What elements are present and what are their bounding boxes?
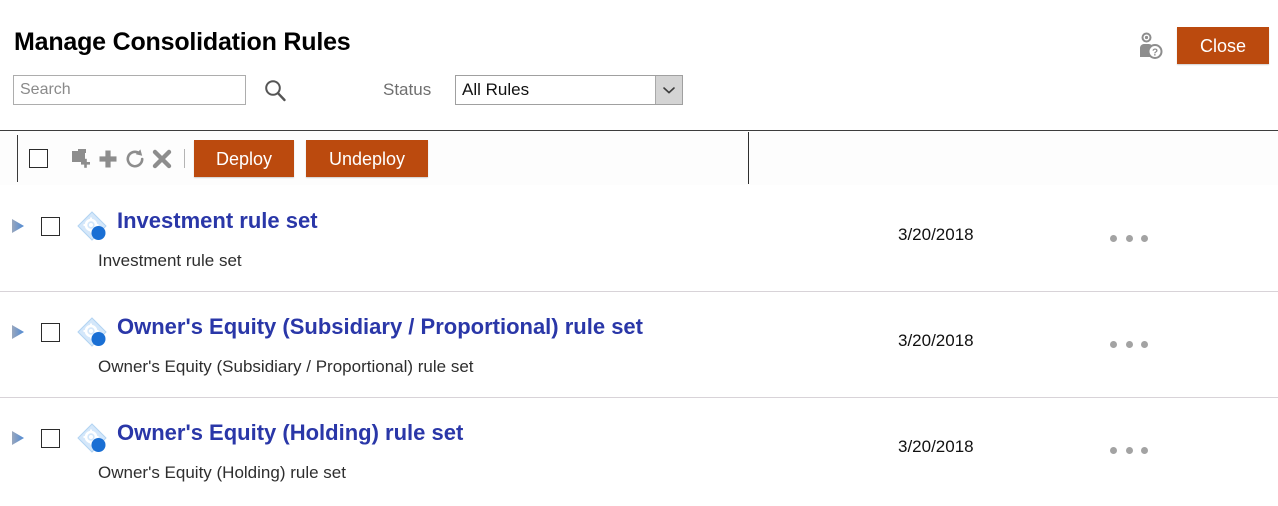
row-checkbox[interactable] xyxy=(41,429,60,448)
toolbar-column-divider xyxy=(748,132,749,184)
rule-description: Investment rule set xyxy=(98,251,242,270)
rule-date: 3/20/2018 xyxy=(898,331,974,350)
row-checkbox[interactable] xyxy=(41,323,60,342)
menu-dot xyxy=(1125,340,1133,348)
page-title: Manage Consolidation Rules xyxy=(14,28,351,56)
rule-title-link[interactable]: Owner's Equity (Holding) rule set xyxy=(117,420,463,446)
menu-dot xyxy=(1141,234,1148,242)
search-icon[interactable] xyxy=(262,77,289,104)
row-overflow-menu-icon[interactable] xyxy=(1110,336,1148,352)
rule-date: 3/20/2018 xyxy=(898,437,974,456)
expand-triangle-icon[interactable] xyxy=(9,429,27,447)
page-header: Manage Consolidation Rules ? Close Searc… xyxy=(0,0,1278,120)
status-label: Status xyxy=(383,80,432,99)
rule-set-icon xyxy=(76,316,110,350)
table-row[interactable]: Owner's Equity (Subsidiary / Proportiona… xyxy=(0,292,1278,398)
search-input[interactable] xyxy=(13,75,246,105)
rule-set-icon xyxy=(76,422,110,456)
row-overflow-menu-icon[interactable] xyxy=(1110,442,1148,458)
status-select-value: All Rules xyxy=(462,80,530,99)
close-button[interactable]: Close xyxy=(1177,27,1269,64)
table-row[interactable]: Investment rule set Investment rule set … xyxy=(0,186,1278,292)
copy-add-icon[interactable] xyxy=(69,147,93,171)
menu-dot xyxy=(1141,340,1148,348)
toolbar-icon-group xyxy=(69,147,194,171)
menu-dot xyxy=(1141,446,1148,454)
rule-title-link[interactable]: Owner's Equity (Subsidiary / Proportiona… xyxy=(117,314,643,340)
row-checkbox[interactable] xyxy=(41,217,60,236)
rule-description: Owner's Equity (Holding) rule set xyxy=(98,463,346,482)
menu-dot xyxy=(1125,446,1133,454)
undeploy-button[interactable]: Undeploy xyxy=(306,140,428,177)
rule-set-icon xyxy=(76,210,110,244)
menu-dot xyxy=(1125,234,1133,242)
rule-date: 3/20/2018 xyxy=(898,225,974,244)
row-overflow-menu-icon[interactable] xyxy=(1110,230,1148,246)
svg-text:?: ? xyxy=(1152,47,1158,58)
deploy-button[interactable]: Deploy xyxy=(194,140,294,177)
toolbar-separator xyxy=(184,149,185,168)
toolbar-divider-left xyxy=(17,135,18,182)
users-help-icon[interactable]: ? xyxy=(1135,32,1163,60)
deploy-button-group: Deploy Undeploy xyxy=(194,140,428,177)
header-actions: ? Close xyxy=(1135,27,1269,64)
rule-list: Investment rule set Investment rule set … xyxy=(0,186,1278,504)
plus-icon[interactable] xyxy=(96,147,120,171)
chevron-down-icon[interactable] xyxy=(655,76,682,104)
manage-consolidation-rules-page: Manage Consolidation Rules ? Close Searc… xyxy=(0,0,1278,506)
refresh-icon[interactable] xyxy=(123,147,147,171)
expand-triangle-icon[interactable] xyxy=(9,217,27,235)
list-toolbar: Deploy Undeploy xyxy=(0,130,1278,185)
table-row[interactable]: Owner's Equity (Holding) rule set Owner'… xyxy=(0,398,1278,504)
rule-title-link[interactable]: Investment rule set xyxy=(117,208,318,234)
select-all-checkbox[interactable] xyxy=(29,149,48,168)
menu-dot xyxy=(1110,234,1117,242)
menu-dot xyxy=(1110,446,1117,454)
rule-description: Owner's Equity (Subsidiary / Proportiona… xyxy=(98,357,474,376)
status-select[interactable]: All Rules xyxy=(455,75,683,105)
delete-icon[interactable] xyxy=(150,147,174,171)
menu-dot xyxy=(1110,340,1117,348)
expand-triangle-icon[interactable] xyxy=(9,323,27,341)
filter-bar: Status All Rules xyxy=(0,75,1278,115)
